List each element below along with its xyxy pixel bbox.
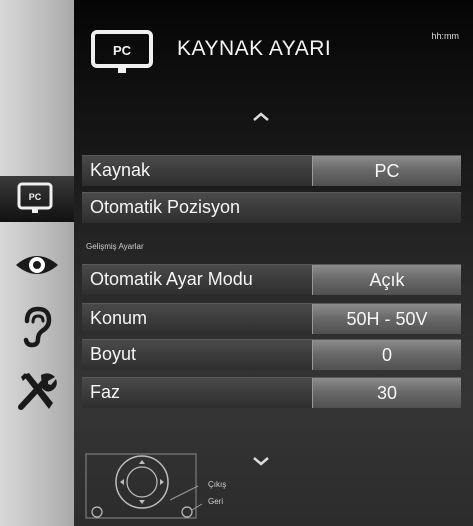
menu-label: Otomatik Pozisyon bbox=[90, 197, 241, 217]
eye-icon bbox=[16, 256, 58, 274]
menu-row-source[interactable]: Kaynak PC bbox=[82, 155, 461, 186]
menu-value[interactable]: 30 bbox=[312, 378, 461, 408]
tools-icon bbox=[18, 373, 57, 410]
remote-navigation-legend-icon bbox=[85, 453, 203, 519]
menu-value[interactable]: PC bbox=[312, 156, 461, 186]
legend-exit: Çıkış bbox=[208, 480, 227, 489]
menu-value[interactable]: 0 bbox=[312, 340, 461, 370]
menu-label: Kaynak bbox=[90, 160, 151, 180]
menu-row-size[interactable]: Boyut 0 bbox=[82, 339, 461, 370]
sidebar-item-source[interactable]: PC bbox=[0, 176, 74, 222]
main-panel: PC KAYNAK AYARI hh:mm Kaynak PC Otomatik… bbox=[74, 0, 473, 526]
menu-label: Faz bbox=[90, 382, 121, 402]
menu-row-auto-adjust-mode[interactable]: Otomatik Ayar Modu Açık bbox=[82, 264, 461, 295]
sidebar: PC bbox=[0, 0, 74, 526]
tv-settings-screen: PC PC KAYNAK AYARI hh:mm Kaynak PC Otoma… bbox=[0, 0, 473, 526]
sidebar-item-picture[interactable] bbox=[12, 242, 62, 288]
menu-row-position[interactable]: Konum 50H - 50V bbox=[82, 303, 461, 334]
pc-source-icon: PC bbox=[91, 30, 153, 73]
clock: hh:mm bbox=[431, 31, 459, 41]
page-title: KAYNAK AYARI bbox=[177, 37, 332, 60]
svg-text:PC: PC bbox=[29, 192, 42, 202]
sidebar-item-settings[interactable] bbox=[12, 368, 62, 414]
chevron-down-icon[interactable] bbox=[252, 456, 270, 466]
menu-label: Konum bbox=[90, 308, 148, 328]
pc-source-icon: PC bbox=[17, 182, 53, 213]
legend-back: Geri bbox=[208, 497, 224, 506]
menu-label: Otomatik Ayar Modu bbox=[90, 269, 253, 289]
chevron-up-icon[interactable] bbox=[252, 112, 270, 122]
ear-icon bbox=[23, 306, 52, 348]
menu-row-auto-position[interactable]: Otomatik Pozisyon bbox=[82, 192, 461, 223]
sidebar-item-sound[interactable] bbox=[12, 304, 62, 350]
menu-label: Boyut bbox=[90, 344, 137, 364]
menu-value[interactable]: 50H - 50V bbox=[312, 304, 461, 334]
section-label: Gelişmiş Ayarlar bbox=[86, 242, 144, 251]
menu-row-phase[interactable]: Faz 30 bbox=[82, 377, 461, 408]
svg-text:PC: PC bbox=[113, 43, 132, 58]
menu-value[interactable]: Açık bbox=[312, 265, 461, 295]
